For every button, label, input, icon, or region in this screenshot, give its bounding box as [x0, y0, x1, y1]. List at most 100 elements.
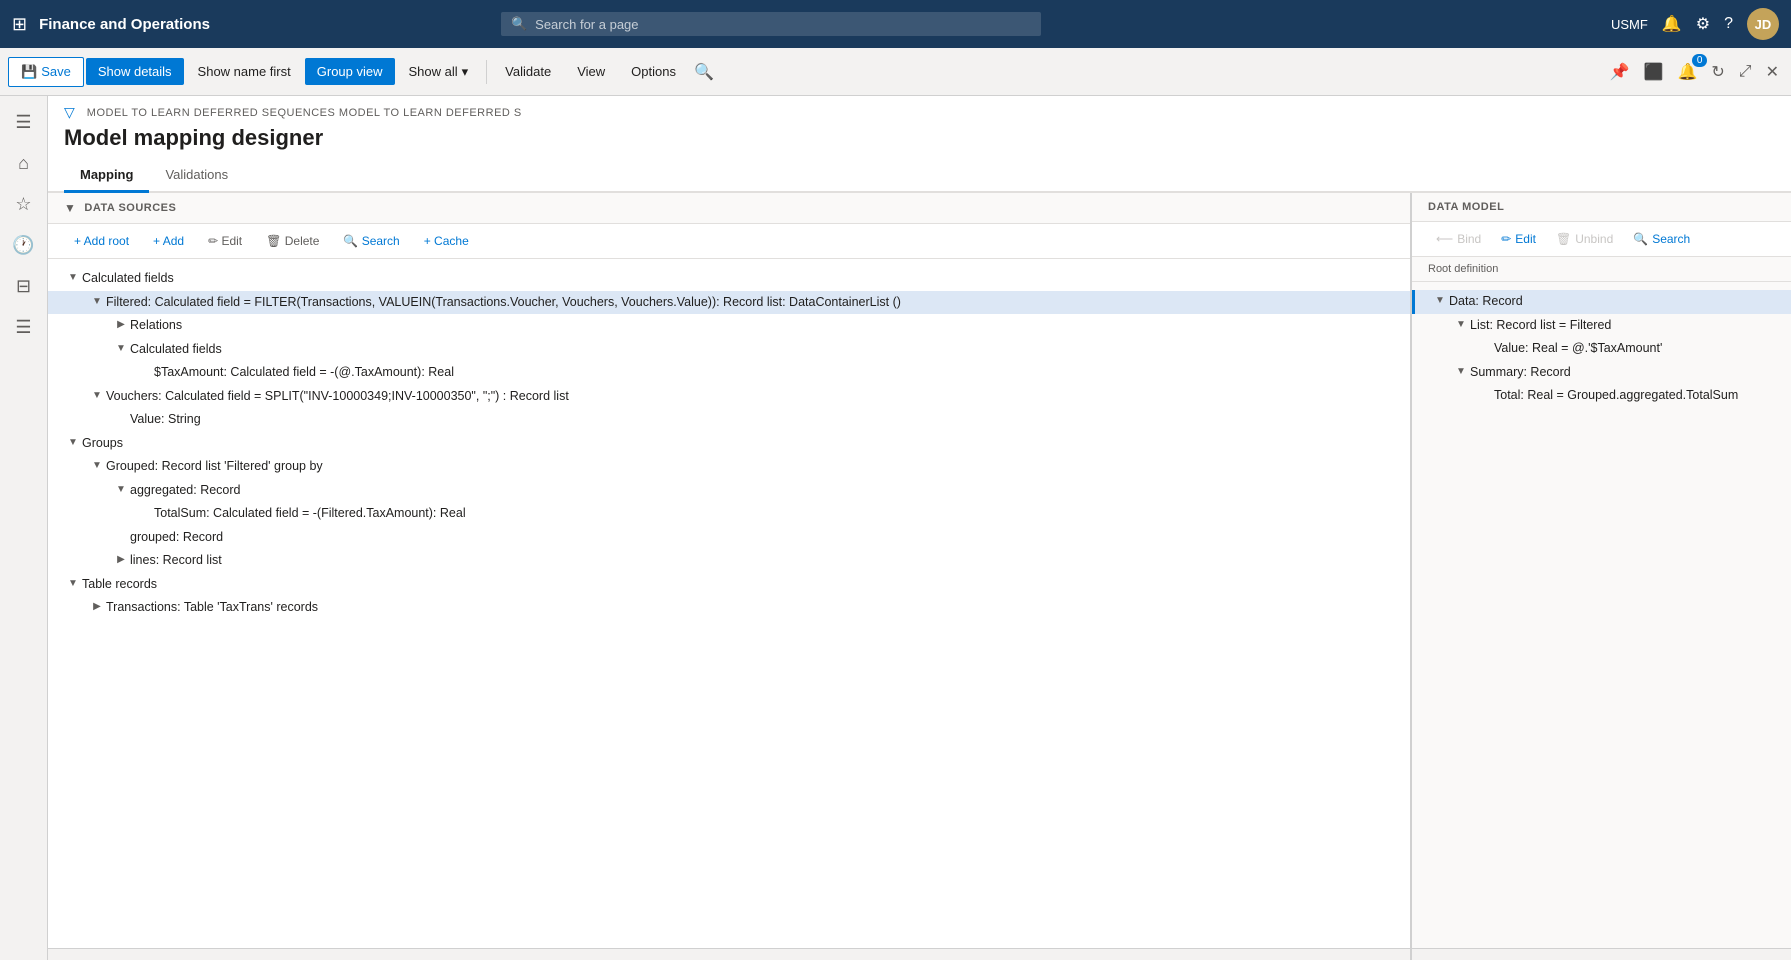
- top-navbar: ⊞ Finance and Operations 🔍 USMF 🔔 ⚙ ? JD: [0, 0, 1791, 48]
- save-button[interactable]: 💾 Save: [8, 57, 84, 87]
- edit-button[interactable]: ✏ Edit: [198, 230, 252, 252]
- page-title: Model mapping designer: [48, 121, 1791, 159]
- list-item[interactable]: $TaxAmount: Calculated field = -(@.TaxAm…: [48, 361, 1410, 385]
- list-item[interactable]: ▼ aggregated: Record: [48, 479, 1410, 503]
- recent-icon[interactable]: 🕐: [4, 227, 42, 264]
- node-calculated-fields: Calculated fields: [82, 270, 1410, 288]
- badge-count: 0: [1692, 54, 1708, 67]
- toggle-relations[interactable]: ▶: [112, 319, 130, 330]
- node-filtered: Filtered: Calculated field = FILTER(Tran…: [106, 294, 1410, 312]
- user-label: USMF: [1611, 17, 1648, 32]
- toolbar-search-icon[interactable]: 🔍: [694, 62, 714, 82]
- list-item[interactable]: ▼ Data: Record: [1412, 290, 1791, 314]
- toggle-summary-record[interactable]: ▼: [1452, 366, 1470, 377]
- options-button[interactable]: Options: [619, 58, 688, 85]
- add-root-button[interactable]: + Add root: [64, 230, 139, 252]
- list-item[interactable]: ▶ lines: Record list: [48, 549, 1410, 573]
- toggle-vouchers[interactable]: ▼: [88, 390, 106, 401]
- view-button[interactable]: View: [565, 58, 617, 85]
- group-view-button[interactable]: Group view: [305, 58, 395, 85]
- list-item[interactable]: ▼ Calculated fields: [48, 267, 1410, 291]
- toggle-lines[interactable]: ▶: [112, 554, 130, 565]
- data-model-panel: DATA MODEL ⟵ Bind ✏ Edit 🗑 Unbind: [1411, 193, 1791, 960]
- node-grouped: Grouped: Record list 'Filtered' group by: [106, 458, 1410, 476]
- workspace-icon[interactable]: ⊟: [8, 268, 39, 305]
- list-icon[interactable]: ☰: [7, 309, 39, 346]
- cache-button[interactable]: + Cache: [414, 230, 479, 252]
- filter-icon[interactable]: ▽: [64, 104, 75, 121]
- show-name-first-button[interactable]: Show name first: [186, 58, 303, 85]
- content-area: ▽ MODEL TO LEARN DEFERRED SEQUENCES MODE…: [48, 96, 1791, 960]
- avatar[interactable]: JD: [1747, 8, 1779, 40]
- bind-button[interactable]: ⟵ Bind: [1428, 228, 1489, 250]
- show-all-button[interactable]: Show all ▾: [397, 58, 481, 86]
- save-icon: 💾: [21, 64, 37, 80]
- list-item[interactable]: Total: Real = Grouped.aggregated.TotalSu…: [1412, 384, 1791, 408]
- favorites-icon[interactable]: ☆: [7, 186, 39, 223]
- list-item[interactable]: ▼ Groups: [48, 432, 1410, 456]
- pin-icon[interactable]: 📌: [1606, 58, 1634, 86]
- main-layout: ☰ ⌂ ☆ 🕐 ⊟ ☰ ▽ MODEL TO LEARN DEFERRED SE…: [0, 96, 1791, 960]
- list-item[interactable]: TotalSum: Calculated field = -(Filtered.…: [48, 502, 1410, 526]
- toggle-list-record[interactable]: ▼: [1452, 319, 1470, 330]
- toggle-filtered[interactable]: ▼: [88, 296, 106, 307]
- node-groups: Groups: [82, 435, 1410, 453]
- list-item[interactable]: ▼ List: Record list = Filtered: [1412, 314, 1791, 338]
- search-input[interactable]: [535, 17, 1031, 32]
- node-taxamount: $TaxAmount: Calculated field = -(@.TaxAm…: [154, 364, 1410, 382]
- list-item[interactable]: ▼ Filtered: Calculated field = FILTER(Tr…: [48, 291, 1410, 315]
- dropdown-icon: ▾: [462, 64, 469, 80]
- toggle-aggregated[interactable]: ▼: [112, 484, 130, 495]
- toggle-grouped[interactable]: ▼: [88, 460, 106, 471]
- expand-icon[interactable]: ⤢: [1735, 59, 1756, 85]
- office-icon[interactable]: ⬛: [1640, 58, 1668, 86]
- menu-icon[interactable]: ☰: [7, 104, 39, 141]
- list-item[interactable]: ▼ Calculated fields: [48, 338, 1410, 362]
- node-relations: Relations: [130, 317, 1410, 335]
- delete-button[interactable]: 🗑 Delete: [256, 230, 329, 252]
- list-item[interactable]: ▼ Grouped: Record list 'Filtered' group …: [48, 455, 1410, 479]
- list-item[interactable]: ▼ Vouchers: Calculated field = SPLIT("IN…: [48, 385, 1410, 409]
- tab-validations[interactable]: Validations: [149, 159, 244, 193]
- global-search-box[interactable]: 🔍: [501, 12, 1041, 36]
- notification-icon[interactable]: 🔔: [1662, 14, 1682, 34]
- settings-icon[interactable]: ⚙: [1696, 14, 1710, 34]
- toggle-groups[interactable]: ▼: [64, 437, 82, 448]
- toggle-table-records[interactable]: ▼: [64, 578, 82, 589]
- dm-search-button[interactable]: 🔍 Search: [1625, 228, 1698, 250]
- list-item[interactable]: ▶ Transactions: Table 'TaxTrans' records: [48, 596, 1410, 620]
- app-grid-icon[interactable]: ⊞: [12, 14, 27, 35]
- tab-mapping[interactable]: Mapping: [64, 159, 149, 193]
- node-data-record: Data: Record: [1449, 293, 1791, 311]
- list-item[interactable]: Value: Real = @.'$TaxAmount': [1412, 337, 1791, 361]
- add-button[interactable]: + Add: [143, 230, 194, 252]
- search-button[interactable]: 🔍 Search: [333, 230, 409, 252]
- datasources-tree: ▼ Calculated fields ▼ Filtered: Calculat…: [48, 259, 1410, 948]
- validate-button[interactable]: Validate: [493, 58, 563, 85]
- list-item[interactable]: ▼ Table records: [48, 573, 1410, 597]
- notification-badge[interactable]: 🔔 0: [1673, 58, 1701, 86]
- list-item[interactable]: ▶ Relations: [48, 314, 1410, 338]
- node-value-real: Value: Real = @.'$TaxAmount': [1494, 340, 1791, 358]
- node-lines: lines: Record list: [130, 552, 1410, 570]
- toggle-data-record[interactable]: ▼: [1431, 295, 1449, 306]
- help-icon[interactable]: ?: [1724, 15, 1733, 33]
- close-icon[interactable]: ✕: [1762, 58, 1783, 86]
- refresh-icon[interactable]: ↻: [1707, 58, 1728, 86]
- unbind-button[interactable]: 🗑 Unbind: [1548, 228, 1621, 250]
- toggle-transactions[interactable]: ▶: [88, 601, 106, 612]
- toggle-calc-fields-inner[interactable]: ▼: [112, 343, 130, 354]
- tabs-bar: Mapping Validations: [48, 159, 1791, 193]
- toolbar-right: 📌 ⬛ 🔔 0 ↻ ⤢ ✕: [1606, 58, 1783, 86]
- list-item[interactable]: Value: String: [48, 408, 1410, 432]
- toggle-calc-fields[interactable]: ▼: [64, 272, 82, 283]
- list-item[interactable]: ▼ Summary: Record: [1412, 361, 1791, 385]
- node-total-real: Total: Real = Grouped.aggregated.TotalSu…: [1494, 387, 1791, 405]
- list-item[interactable]: grouped: Record: [48, 526, 1410, 550]
- show-details-button[interactable]: Show details: [86, 58, 184, 85]
- app-title: Finance and Operations: [39, 16, 210, 33]
- home-icon[interactable]: ⌂: [10, 145, 37, 182]
- dm-edit-button[interactable]: ✏ Edit: [1493, 228, 1544, 250]
- ds-collapse-btn[interactable]: ▼: [64, 201, 76, 215]
- nav-right-area: USMF 🔔 ⚙ ? JD: [1611, 8, 1779, 40]
